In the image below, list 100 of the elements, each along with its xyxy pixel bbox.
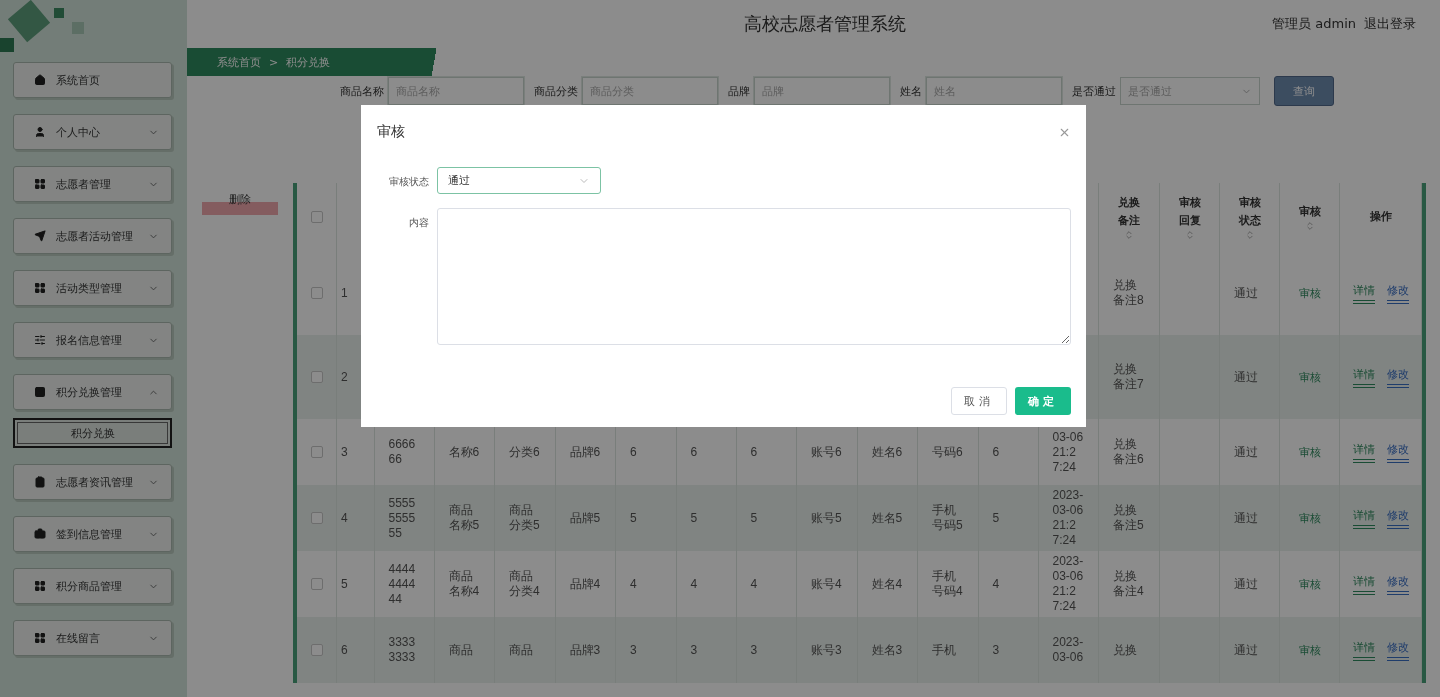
table-cell-text: 6 [750, 444, 759, 460]
paper-plane-icon [34, 230, 46, 242]
checkbox[interactable] [310, 446, 323, 458]
breadcrumb-item[interactable]: 积分兑换 [286, 54, 331, 70]
table-cell: 兑换备注8 [1113, 278, 1145, 308]
table-cell: 品牌6 [569, 444, 602, 460]
table-cell: 兑换备注6 [1113, 437, 1145, 467]
sidebar-item[interactable]: 积分兑换管理 [13, 374, 172, 410]
app-title: 高校志愿者管理系统 [742, 12, 907, 36]
table-cell-text: 3 [341, 444, 349, 460]
sidebar-item[interactable]: 志愿者活动管理 [13, 218, 172, 254]
breadcrumb-item[interactable]: 系统首页 [217, 54, 261, 70]
delete-button[interactable]: 删除 [202, 191, 278, 215]
table-cell-text: 通过 [1233, 444, 1259, 460]
table-cell: 账号5 [811, 510, 843, 526]
table-cell: 商品分类5 [509, 503, 541, 533]
details-link[interactable]: 详情 [1352, 639, 1375, 661]
table-cell: 商品名称5 [448, 503, 481, 533]
user-label: 管理员 admin [1272, 15, 1356, 33]
table-cell: 分类6 [509, 444, 541, 460]
table-cell-text: 3 [690, 642, 699, 658]
table-cell-text: 手机 [932, 642, 957, 658]
table-cell-text: 33333333 [388, 635, 417, 665]
edit-link[interactable]: 修改 [1386, 282, 1409, 304]
checkbox[interactable] [310, 211, 323, 223]
sidebar-subitem[interactable]: 积分兑换 [13, 418, 172, 448]
checkbox[interactable] [310, 512, 323, 524]
home-icon [34, 74, 46, 86]
sidebar-item[interactable]: 积分商品管理 [13, 568, 172, 604]
confirm-button[interactable]: 确定 [1015, 387, 1071, 415]
table-cell-text: 通过 [1233, 285, 1259, 301]
details-link[interactable]: 详情 [1352, 282, 1375, 304]
table-cell: 账号4 [811, 576, 843, 592]
logout-link[interactable]: 退出登录 [1364, 15, 1416, 33]
review-link[interactable]: 审核 [1298, 642, 1321, 658]
edit-link[interactable]: 修改 [1386, 639, 1409, 661]
table-cell-text: 2 [341, 369, 349, 385]
sliders-icon [34, 334, 46, 346]
sidebar-item[interactable]: 活动类型管理 [13, 270, 172, 306]
edit-link[interactable]: 修改 [1386, 366, 1409, 388]
sidebar-item[interactable]: 个人中心 [13, 114, 172, 150]
edit-link[interactable]: 修改 [1386, 507, 1409, 529]
table-cell-text: 5 [750, 510, 759, 526]
sidebar-item[interactable]: 在线留言 [13, 620, 172, 656]
table-cell: 姓名4 [871, 576, 904, 592]
table-cell: 商品分类4 [509, 569, 541, 599]
search-button[interactable]: 查询 [1274, 76, 1334, 106]
review-link[interactable]: 审核 [1298, 576, 1321, 592]
sort-icon[interactable] [1244, 230, 1255, 240]
sort-icon[interactable] [1184, 230, 1195, 240]
table-cell: 手机号码4 [932, 569, 964, 599]
review-link[interactable]: 审核 [1298, 285, 1321, 301]
table-cell-text: 通过 [1233, 510, 1259, 526]
sidebar-item[interactable]: 报名信息管理 [13, 322, 172, 358]
edit-link[interactable]: 修改 [1386, 573, 1409, 595]
table-cell: 账号6 [811, 444, 843, 460]
table-cell: 2023-03-06 21:27:24 [1052, 488, 1085, 548]
table-cell-text: 6 [341, 642, 349, 658]
checkbox[interactable] [310, 287, 323, 299]
review-link[interactable]: 审核 [1298, 444, 1321, 460]
table-cell-text: 通过 [1233, 576, 1259, 592]
table-cell-text: 4 [690, 576, 699, 592]
table-cell-text: 6 [630, 444, 638, 460]
details-link[interactable]: 详情 [1352, 507, 1375, 529]
details-link[interactable]: 详情 [1352, 573, 1375, 595]
status-select[interactable]: 通过 [437, 167, 601, 194]
content-textarea[interactable] [437, 208, 1071, 345]
table-cell-text: 商品 [448, 642, 474, 658]
table-cell: 姓名3 [871, 642, 904, 658]
table-cell-text: 商品 [509, 642, 534, 658]
edit-link[interactable]: 修改 [1386, 441, 1409, 463]
column-header: 审核状态 [1237, 195, 1262, 229]
table-cell-text: 3 [992, 642, 1001, 658]
table-cell: 品牌3 [569, 642, 602, 658]
sort-icon[interactable] [1304, 221, 1315, 231]
table-cell: 03-06 21:27:24 [1052, 429, 1085, 475]
cancel-button[interactable]: 取消 [951, 387, 1007, 415]
checkbox[interactable] [310, 371, 323, 383]
details-link[interactable]: 详情 [1352, 441, 1375, 463]
details-link[interactable]: 详情 [1352, 366, 1375, 388]
column-header: 审核 [1297, 204, 1322, 220]
sort-icon[interactable] [1124, 230, 1134, 240]
table-cell-text: 3 [750, 642, 759, 658]
checkbox[interactable] [310, 578, 323, 590]
filter-label: 是否通过 [1072, 83, 1116, 99]
table-cell: 2023-03-06 21:27:24 [1052, 554, 1085, 614]
sidebar-item[interactable]: 系统首页 [13, 62, 172, 98]
table-cell-text: 3 [630, 642, 638, 658]
table-cell-text: 4 [750, 576, 759, 592]
filter-label: 商品名称 [340, 83, 384, 99]
table-cell-text: 4 [630, 576, 638, 592]
table-cell: 商品名称4 [448, 569, 481, 599]
sidebar-item[interactable]: 签到信息管理 [13, 516, 172, 552]
review-link[interactable]: 审核 [1298, 369, 1321, 385]
sidebar-item[interactable]: 志愿者资讯管理 [13, 464, 172, 500]
form-label: 审核状态 [388, 175, 429, 189]
column-header: 审核回复 [1177, 195, 1202, 229]
checkbox[interactable] [310, 644, 323, 656]
review-link[interactable]: 审核 [1298, 510, 1321, 526]
sidebar-item[interactable]: 志愿者管理 [13, 166, 172, 202]
